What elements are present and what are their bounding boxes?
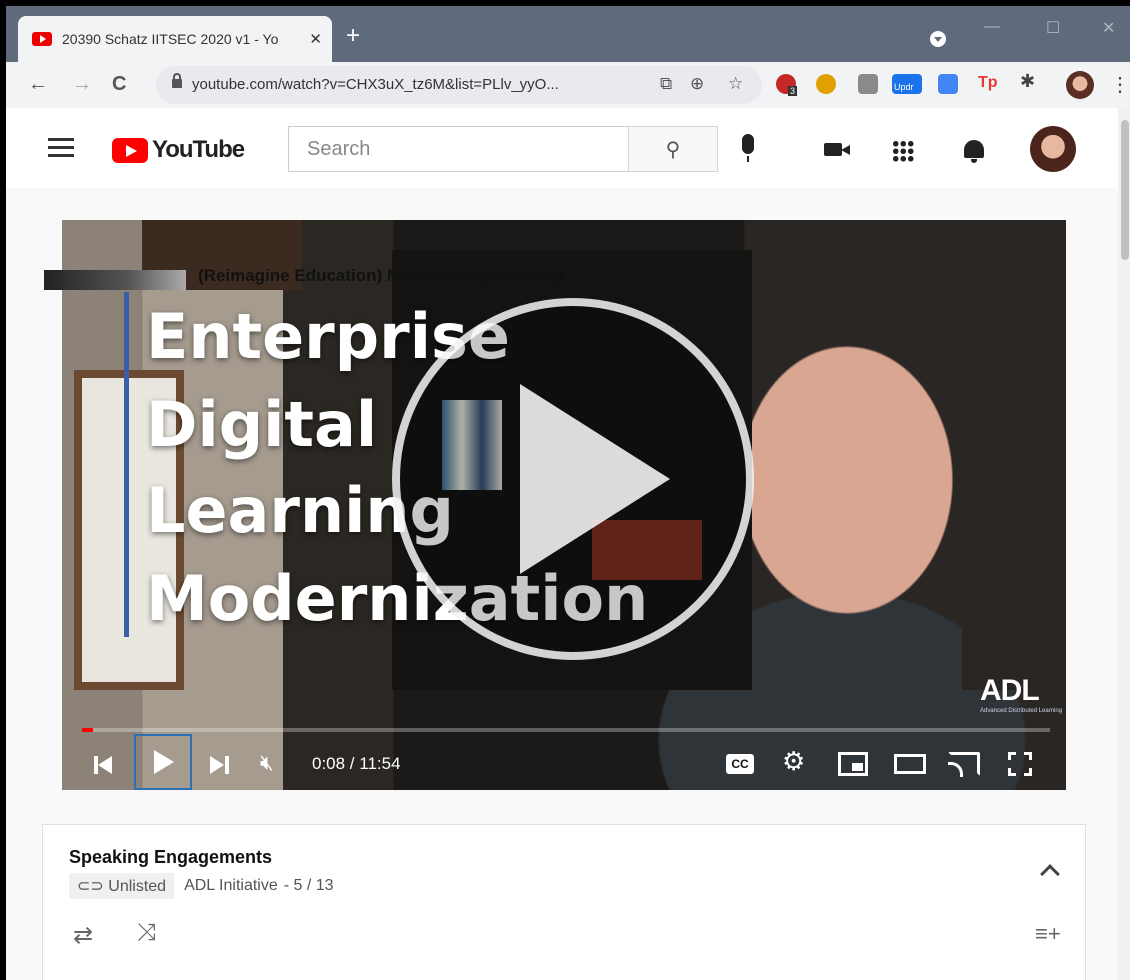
previous-video-icon[interactable] [94, 756, 112, 774]
browser-tab[interactable]: 20390 Schatz IITSEC 2020 v1 - Yo ✕ [18, 16, 332, 62]
apps-grid-icon[interactable] [892, 140, 914, 162]
title-accent-bar [124, 292, 129, 637]
collapse-chevron-up-icon[interactable] [1040, 864, 1060, 884]
youtube-favicon-icon [32, 32, 52, 46]
new-tab-button[interactable]: + [346, 24, 360, 48]
playlist-title[interactable]: Speaking Engagements [69, 847, 272, 868]
chrome-profile-icon[interactable] [930, 31, 946, 47]
miniplayer-icon[interactable] [838, 752, 868, 776]
search-input[interactable]: Search [288, 126, 628, 172]
add-to-queue-icon[interactable]: ≡+ [1035, 921, 1061, 947]
notifications-bell-icon[interactable] [964, 140, 984, 163]
shuffle-icon[interactable]: ⤨ [137, 919, 156, 947]
forward-button[interactable]: → [72, 72, 92, 96]
search-icon: ⚲ [665, 138, 681, 161]
zoom-icon[interactable]: ⊕ [690, 74, 704, 94]
youtube-logo[interactable]: YouTube [112, 136, 245, 164]
adl-watermark-subtitle: Advanced Distributed Learning [980, 708, 1063, 714]
tab-title: 20390 Schatz IITSEC 2020 v1 - Yo [62, 31, 279, 47]
video-title-line-2: Digital [146, 388, 378, 461]
progress-bar[interactable] [82, 728, 1050, 732]
fullscreen-icon[interactable] [1008, 752, 1032, 776]
playlist-item-thumbnail[interactable] [44, 270, 186, 290]
install-icon[interactable]: ⧉ [660, 74, 672, 94]
google-extension-icon[interactable] [858, 74, 878, 94]
window-close-button[interactable]: ✕ [1102, 18, 1115, 38]
microphone-icon[interactable] [742, 134, 754, 162]
browser-toolbar: ← → C youtube.com/watch?v=CHX3uX_tz6M&li… [6, 62, 1130, 108]
browser-menu-icon[interactable]: ⋮ [1110, 72, 1130, 97]
time-display: 0:08 / 11:54 [312, 754, 401, 773]
youtube-logo-icon [112, 137, 148, 163]
link-icon: ⊂⊃ [77, 878, 109, 895]
captions-icon[interactable]: CC [726, 754, 754, 774]
muted-volume-icon[interactable]: 🔇︎ [260, 752, 274, 774]
playlist-meta: ⊂⊃ Unlisted ADL Initiative - 5 / 13 [69, 873, 334, 899]
reload-button[interactable]: C [112, 72, 126, 96]
playlist-panel: Speaking Engagements ⊂⊃ Unlisted ADL Ini… [42, 824, 1086, 980]
playlist-owner[interactable]: ADL Initiative [184, 877, 278, 895]
youtube-page: YouTube Search ⚲ Enterprise Digital Lear… [6, 108, 1118, 980]
playlist-position: - 5 / 13 [283, 877, 334, 894]
video-player[interactable]: Enterprise Digital Learning Modernizatio… [62, 220, 1066, 790]
play-button-icon[interactable] [134, 734, 192, 790]
page-scrollbar-thumb[interactable] [1121, 120, 1129, 260]
youtube-logo-text: YouTube [152, 136, 245, 163]
maximize-button[interactable]: ☐ [1046, 18, 1060, 38]
visibility-badge: ⊂⊃ Unlisted [69, 873, 175, 899]
back-button[interactable]: ← [28, 72, 48, 96]
account-avatar[interactable] [1030, 126, 1076, 172]
youtube-header: YouTube Search ⚲ [6, 108, 1118, 188]
player-controls: 🔇︎ 0:08 / 11:54 CC ⚙ [62, 734, 1066, 790]
tab-close-icon[interactable]: ✕ [309, 30, 322, 48]
theater-mode-icon[interactable] [894, 754, 926, 774]
visibility-label: Unlisted [108, 878, 167, 895]
cast-icon[interactable] [948, 752, 980, 777]
update-extension-icon[interactable]: Updr [892, 74, 922, 94]
next-video-icon[interactable] [210, 756, 229, 774]
settings-gear-icon[interactable]: ⚙ [782, 748, 805, 774]
minimize-button[interactable]: — [984, 18, 1000, 36]
browser-profile-avatar[interactable] [1066, 71, 1094, 99]
loop-playlist-icon[interactable]: ⇄ [73, 921, 93, 950]
adl-watermark: ADL [980, 674, 1040, 707]
large-play-button-icon[interactable] [392, 298, 754, 660]
star-icon[interactable]: ☆ [728, 74, 743, 94]
abp-extension-icon[interactable]: 3 [776, 74, 798, 96]
hamburger-menu-icon[interactable] [48, 138, 74, 158]
docs-extension-icon[interactable] [938, 74, 958, 94]
lock-icon[interactable] [172, 73, 182, 88]
honey-extension-icon[interactable] [816, 74, 836, 94]
video-background-right-shelf [962, 270, 1066, 690]
url-text[interactable]: youtube.com/watch?v=CHX3uX_tz6M&list=PLl… [192, 76, 559, 93]
playlist-item-title[interactable]: (Reimagine Education) Modernizing Learni… [198, 266, 564, 286]
progress-bar-fill [82, 728, 93, 732]
create-video-icon[interactable] [824, 143, 850, 156]
browser-tabstrip: 20390 Schatz IITSEC 2020 v1 - Yo ✕ + — ☐… [6, 6, 1130, 62]
puzzle-extension-icon[interactable]: ✱ [1020, 71, 1040, 91]
address-bar[interactable]: youtube.com/watch?v=CHX3uX_tz6M&list=PLl… [156, 66, 762, 104]
playlist-item[interactable]: (Reimagine Education) Modernizing Learni… [44, 266, 1084, 290]
tp-extension-icon[interactable]: Tp [978, 74, 998, 94]
search-button[interactable]: ⚲ [628, 126, 718, 172]
